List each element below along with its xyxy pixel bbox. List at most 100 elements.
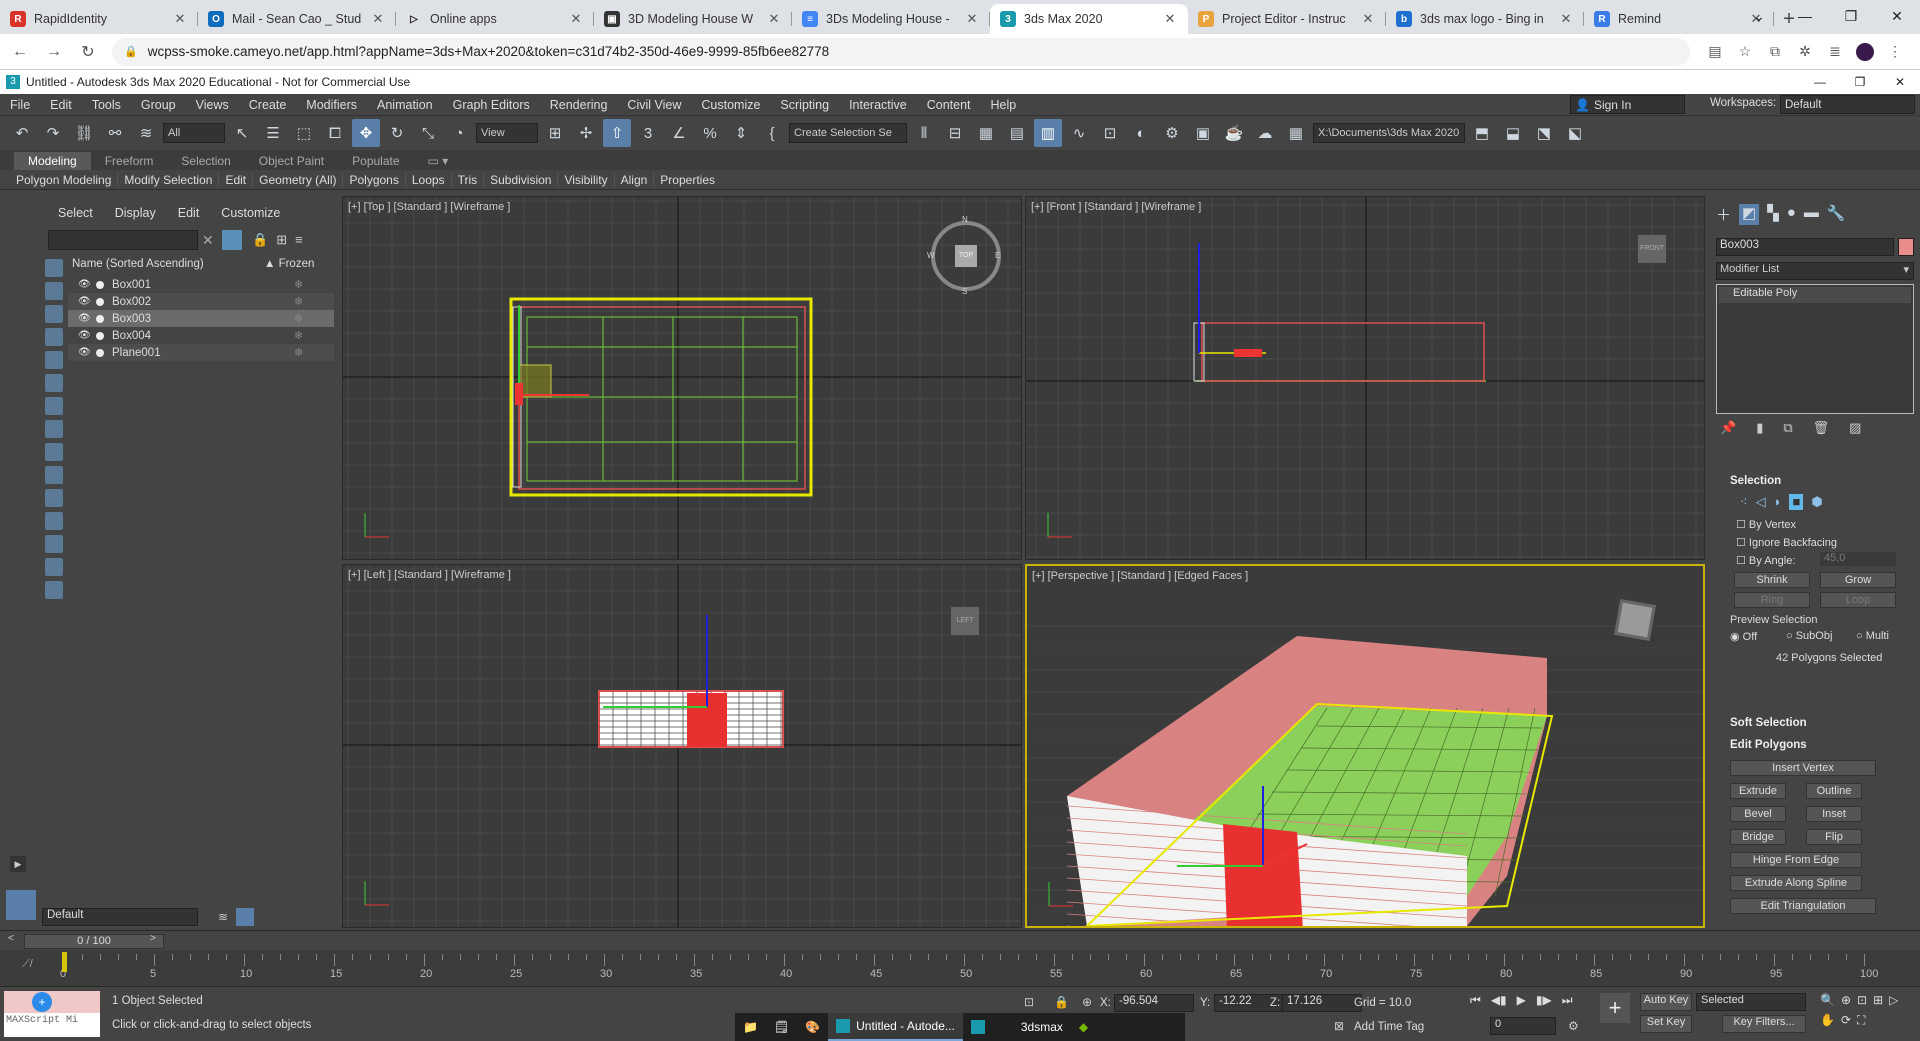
browser-tab[interactable]: R RapidIdentity ✕	[0, 4, 198, 34]
viewport-layout-icon[interactable]	[6, 890, 36, 920]
menu-create[interactable]: Create	[239, 98, 297, 112]
selection-lock-icon[interactable]: 🔒	[1054, 995, 1069, 1009]
scene-row[interactable]: 👁 Box002 ❄	[68, 293, 334, 310]
browser-tab[interactable]: b 3ds max logo - Bing in ✕	[1386, 4, 1584, 34]
pan-icon[interactable]: ✋	[1820, 1013, 1835, 1028]
reload-icon[interactable]: ↻	[74, 38, 102, 66]
motion-tab-icon[interactable]: ●	[1787, 204, 1796, 225]
browser-tab[interactable]: O Mail - Sean Cao _ Stud ✕	[198, 4, 396, 34]
url-field[interactable]: 🔒 wcpss-smoke.cameyo.net/app.html?appName…	[112, 37, 1690, 66]
schematic-view-icon[interactable]: ⊡	[1096, 119, 1124, 147]
menu-civil-view[interactable]: Civil View	[617, 98, 691, 112]
viewcube-front[interactable]: FRONT	[1638, 235, 1666, 263]
render-dot-icon[interactable]	[96, 331, 104, 340]
render-dot-icon[interactable]	[96, 348, 104, 357]
profile-avatar[interactable]	[1856, 42, 1874, 61]
menu-views[interactable]: Views	[186, 98, 239, 112]
expand-panel-icon[interactable]: ▶	[10, 856, 26, 872]
display-none-icon[interactable]	[45, 558, 63, 576]
scene-row[interactable]: 👁 Box004 ❄	[68, 327, 334, 344]
display-spacewarps-icon[interactable]	[45, 374, 63, 392]
extrude-along-spline-button[interactable]: Extrude Along Spline	[1730, 875, 1862, 891]
browser-tab[interactable]: ▣ 3D Modeling House W ✕	[594, 4, 792, 34]
extensions-icon[interactable]: ✲	[1790, 43, 1820, 61]
ribbon-visibility[interactable]: Visibility	[558, 172, 615, 187]
ribbon-properties[interactable]: Properties	[654, 173, 721, 187]
layer-explorer-icon[interactable]: ▦	[972, 119, 1000, 147]
menu-dots-icon[interactable]: ⋮	[1880, 43, 1910, 61]
maximize-viewport-icon[interactable]: ⛶	[1857, 1013, 1865, 1028]
taskbar-item-3dsmax[interactable]: 3dsmax	[963, 1013, 1071, 1041]
back-icon[interactable]: ←	[6, 38, 34, 66]
undo-icon[interactable]: ↶	[8, 119, 36, 147]
render-setup-icon[interactable]: ⚙	[1158, 119, 1186, 147]
link-icon[interactable]: ⛓	[70, 119, 98, 147]
flip-button[interactable]: Flip	[1806, 829, 1862, 845]
menu-tools[interactable]: Tools	[82, 98, 131, 112]
visibility-eye-icon[interactable]: 👁	[78, 313, 92, 324]
remove-modifier-icon[interactable]: 🗑	[1813, 420, 1830, 436]
x-coordinate-field[interactable]: -96.504	[1114, 994, 1194, 1012]
grow-button[interactable]: Grow	[1820, 572, 1896, 588]
hierarchy-tab-icon[interactable]: ▚	[1767, 204, 1779, 225]
spinner-snap-icon[interactable]: ⇕	[727, 119, 755, 147]
time-marker[interactable]	[62, 952, 67, 972]
close-window-icon[interactable]: ✕	[1874, 0, 1920, 32]
ribbon-options-icon[interactable]: ▭ ▾	[414, 152, 463, 170]
prev-frame-icon[interactable]: <	[8, 933, 14, 944]
go-to-end-icon[interactable]: ⏭	[1562, 993, 1573, 1008]
close-tab-icon[interactable]: ✕	[1162, 11, 1178, 27]
menu-content[interactable]: Content	[917, 98, 981, 112]
close-tab-icon[interactable]: ✕	[1360, 11, 1376, 27]
percent-snap-icon[interactable]: %	[696, 119, 724, 147]
ribbon-edit[interactable]: Edit	[219, 172, 254, 187]
set-key-big-icon[interactable]: +	[1600, 993, 1630, 1023]
ribbon-modify-selection[interactable]: Modify Selection	[118, 172, 220, 187]
viewport-perspective[interactable]: [+] [Perspective ] [Standard ] [Edged Fa…	[1025, 564, 1705, 928]
rollout-title-soft-selection[interactable]: Soft Selection	[1716, 714, 1914, 732]
key-mode-dropdown[interactable]: Selected	[1696, 993, 1806, 1011]
reference-coord-dropdown[interactable]: View	[476, 123, 538, 143]
rollout-title-selection[interactable]: Selection	[1716, 472, 1914, 490]
lock-icon[interactable]: 🔒	[252, 232, 268, 248]
ribbon-tris[interactable]: Tris	[452, 172, 485, 187]
maxscript-listener[interactable]: + MAXScript Mi	[4, 991, 100, 1037]
select-manipulate-icon[interactable]: ✢	[572, 119, 600, 147]
ribbon-polygon-modeling[interactable]: Polygon Modeling	[10, 172, 119, 187]
visibility-eye-icon[interactable]: 👁	[78, 279, 92, 290]
hinge-from-edge-button[interactable]: Hinge From Edge	[1730, 852, 1862, 868]
close-tab-icon[interactable]: ✕	[568, 11, 584, 27]
bridge-button[interactable]: Bridge	[1730, 829, 1786, 845]
bind-space-warp-icon[interactable]: ≋	[132, 119, 160, 147]
project-path-dropdown[interactable]: X:\Documents\3ds Max 2020	[1313, 123, 1465, 143]
border-mode-icon[interactable]: ◗	[1774, 494, 1782, 510]
move-icon[interactable]: ✥	[352, 119, 380, 147]
time-tag-icon[interactable]: ⊠	[1334, 1019, 1344, 1033]
render-dot-icon[interactable]	[96, 280, 104, 289]
next-frame-icon[interactable]: >	[150, 933, 156, 944]
display-geometry-icon[interactable]	[45, 259, 63, 277]
menu-graph-editors[interactable]: Graph Editors	[443, 98, 540, 112]
display-shapes-icon[interactable]	[45, 282, 63, 300]
next-key-icon[interactable]: ▮▶	[1536, 993, 1552, 1008]
restore-icon[interactable]: ❐	[1840, 70, 1880, 94]
menu-scripting[interactable]: Scripting	[770, 98, 839, 112]
clear-search-icon[interactable]: ✕	[202, 232, 214, 249]
zoom-all-icon[interactable]: ⊕	[1841, 993, 1851, 1007]
absolute-mode-icon[interactable]: ⊕	[1082, 995, 1092, 1009]
freeze-snowflake-icon[interactable]: ❄	[294, 278, 334, 291]
configure-sets-icon[interactable]: ▨	[1849, 420, 1861, 436]
prev-key-icon[interactable]: ◀▮	[1491, 993, 1507, 1008]
viewport-label[interactable]: [+] [Top ] [Standard ] [Wireframe ]	[348, 201, 510, 213]
viewport-label[interactable]: [+] [Left ] [Standard ] [Wireframe ]	[348, 569, 511, 581]
mirror-icon[interactable]: ⫴	[910, 119, 938, 147]
edit-triangulation-button[interactable]: Edit Triangulation	[1730, 898, 1876, 914]
zoom-extents-icon[interactable]: ⊡	[1857, 993, 1867, 1007]
scene-menu-display[interactable]: Display	[115, 206, 156, 220]
vertex-mode-icon[interactable]: ⁖	[1740, 494, 1748, 510]
preview-subobj-radio[interactable]: ○ SubObj	[1786, 630, 1832, 642]
current-layer-dropdown[interactable]: Default	[42, 908, 198, 926]
minimize-icon[interactable]: —	[1782, 0, 1828, 32]
reading-list-icon[interactable]: ▤	[1700, 43, 1730, 61]
select-object-icon[interactable]: ↖	[228, 119, 256, 147]
